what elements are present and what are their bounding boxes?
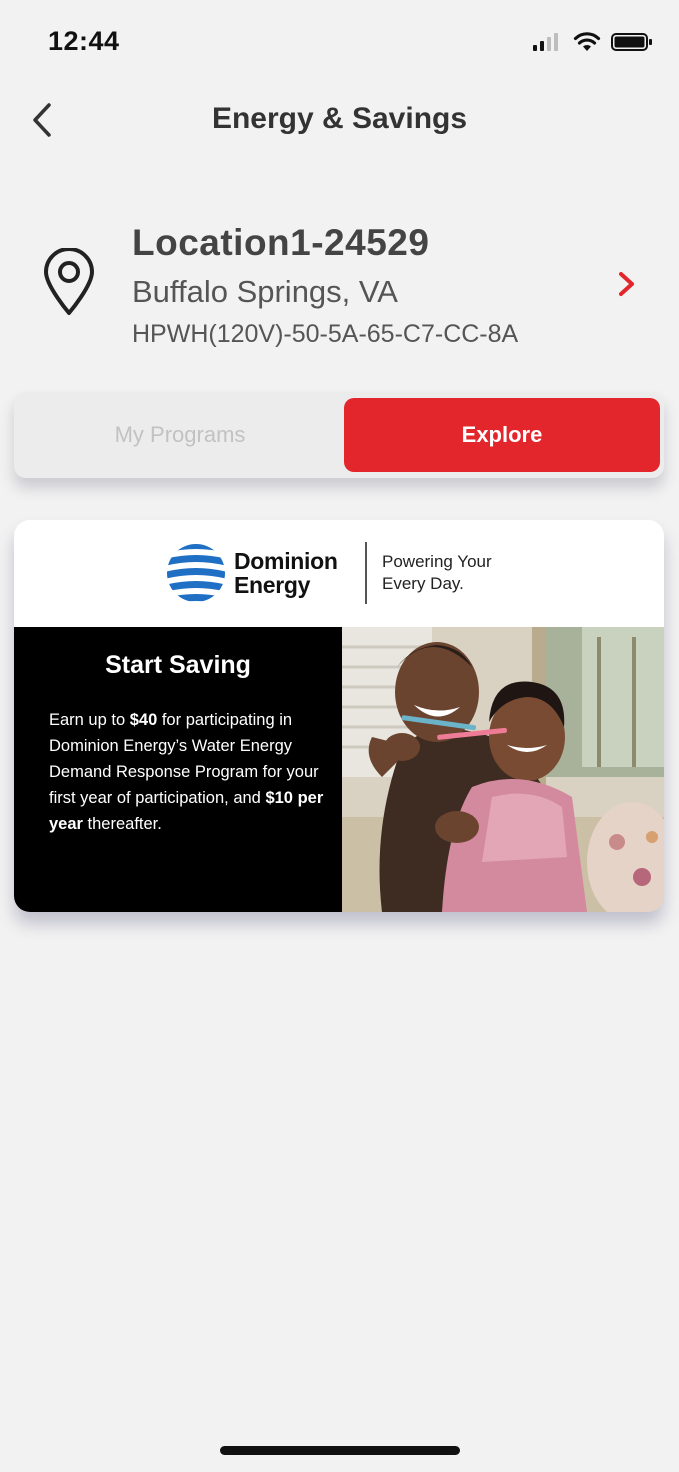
wifi-icon (573, 32, 601, 51)
brand-name-line1: Dominion (234, 548, 338, 574)
home-indicator (220, 1446, 460, 1455)
logo-divider (365, 542, 367, 604)
promo-photo (342, 627, 664, 912)
promo-body-text: Earn up to (49, 711, 130, 729)
location-selector[interactable]: Location1-24529 Buffalo Springs, VA HPWH… (0, 210, 679, 360)
promo-heading: Start Saving (105, 651, 251, 679)
brand-name-line2: Energy (234, 572, 311, 598)
chevron-right-icon (619, 272, 634, 296)
tab-my-programs[interactable]: My Programs (20, 398, 340, 472)
location-name: Location1-24529 (132, 222, 430, 263)
promo-body-text: thereafter. (82, 815, 162, 833)
promo-text-panel: Start Saving Earn up to $40 for particip… (14, 627, 342, 912)
promo-card[interactable]: Dominion Energy Powering Your Every Day.… (14, 520, 664, 912)
location-pin-icon (44, 248, 94, 315)
page-title: Energy & Savings (211, 102, 468, 135)
cellular-signal-icon (533, 33, 558, 51)
device-id: HPWH(120V)-50-5A-65-C7-CC-8A (132, 320, 519, 348)
nav-header: Energy & Savings (0, 90, 679, 154)
brand-tagline-line2: Every Day. (382, 574, 464, 593)
status-bar: 12:44 (0, 0, 679, 90)
battery-icon (611, 33, 652, 51)
family-photo-illustration (342, 627, 664, 912)
status-time: 12:44 (48, 26, 120, 56)
location-city: Buffalo Springs, VA (132, 274, 398, 309)
segmented-tabs: My Programs Explore (14, 392, 664, 478)
brand-logo-row: Dominion Energy Powering Your Every Day. (14, 520, 664, 627)
status-icons (533, 30, 653, 54)
promo-amount-first-year: $40 (129, 711, 158, 729)
promo-body: Earn up to $40 for participating in Domi… (49, 707, 334, 837)
brand-tagline-line1: Powering Your (382, 552, 492, 571)
dominion-energy-logo-icon (167, 544, 225, 602)
tab-explore[interactable]: Explore (344, 398, 660, 472)
